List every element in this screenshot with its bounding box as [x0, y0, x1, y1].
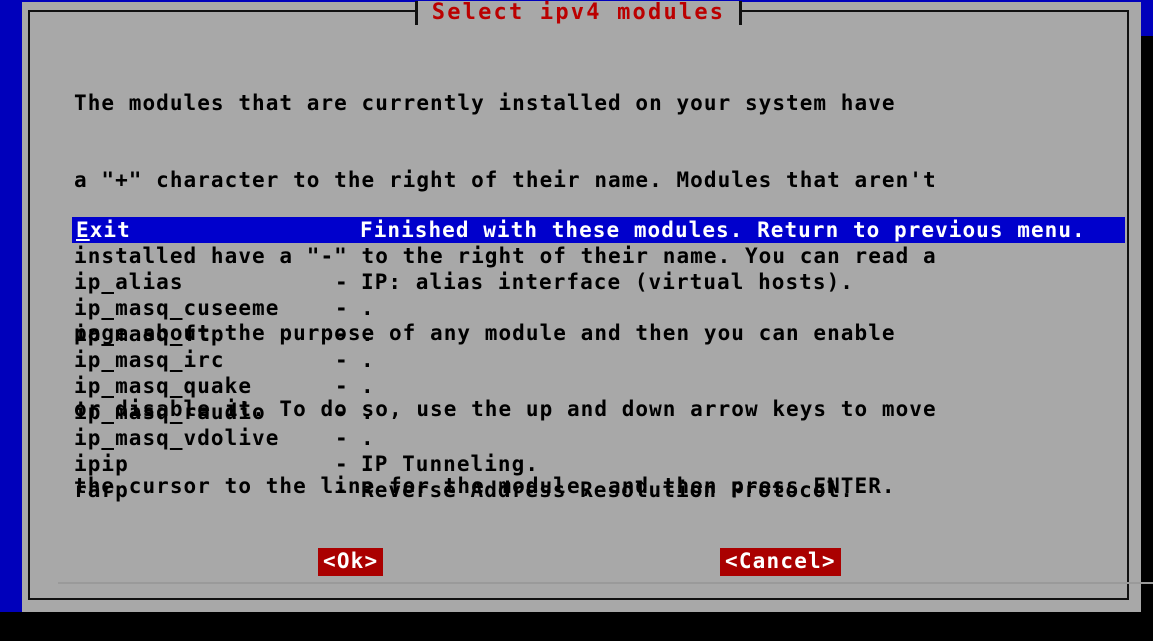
menu-item-exit[interactable]: Exit Finished with these modules. Return…	[72, 217, 1125, 243]
module-row[interactable]: ip_masq_raudio - .	[74, 399, 1124, 425]
cancel-button[interactable]: <Cancel>	[720, 548, 841, 576]
module-install-flag: -	[335, 400, 349, 424]
module-name: ip_masq_ftp	[74, 322, 225, 346]
desktop-backdrop-left	[0, 0, 22, 612]
module-description: .	[361, 322, 375, 346]
module-install-flag: -	[335, 426, 349, 450]
module-row[interactable]: ip_masq_quake - .	[74, 373, 1124, 399]
module-name: ip_alias	[74, 270, 184, 294]
module-install-flag: -	[335, 348, 349, 372]
module-row[interactable]: ip_masq_irc - .	[74, 347, 1124, 373]
module-description: .	[361, 348, 375, 372]
exit-mnemonic: E	[76, 218, 90, 242]
module-description: Reverse Address Resolution Protocol.	[361, 478, 854, 502]
dialog-bottom-rule	[58, 582, 1153, 584]
module-row[interactable]: ip_masq_cuseeme - .	[74, 295, 1124, 321]
module-row[interactable]: ipip - IP Tunneling.	[74, 451, 1124, 477]
module-name: ip_masq_raudio	[74, 400, 266, 424]
instruction-line-2: a "+" character to the right of their na…	[74, 167, 937, 192]
module-row[interactable]: ip_masq_vdolive - .	[74, 425, 1124, 451]
instruction-line-3: installed have a "-" to the right of the…	[74, 244, 937, 268]
module-description: .	[361, 426, 375, 450]
module-install-flag: -	[335, 270, 349, 294]
module-name: ip_masq_quake	[74, 374, 253, 398]
module-description: .	[361, 296, 375, 320]
module-name: ipip	[74, 452, 129, 476]
module-install-flag: -	[335, 478, 349, 502]
instruction-line-1: The modules that are currently installed…	[74, 91, 896, 115]
module-row[interactable]: ip_alias - IP: alias interface (virtual …	[74, 269, 1124, 295]
module-name: ip_masq_cuseeme	[74, 296, 280, 320]
module-list: ip_alias - IP: alias interface (virtual …	[74, 269, 1124, 503]
module-description: .	[361, 400, 375, 424]
module-install-flag: -	[335, 452, 349, 476]
exit-label: Exit	[76, 217, 131, 243]
module-row[interactable]: rarp - Reverse Address Resolution Protoc…	[74, 477, 1124, 503]
module-description: IP: alias interface (virtual hosts).	[361, 270, 854, 294]
module-description: IP Tunneling.	[361, 452, 540, 476]
module-name: ip_masq_vdolive	[74, 426, 280, 450]
terminal-screen: The modules that are currently installed…	[0, 0, 1153, 641]
module-install-flag: -	[335, 322, 349, 346]
ok-button[interactable]: <Ok>	[318, 548, 384, 576]
exit-description: Finished with these modules. Return to p…	[360, 218, 1086, 242]
dialog-window: The modules that are currently installed…	[28, 10, 1153, 600]
exit-label-rest: xit	[89, 218, 131, 242]
module-install-flag: -	[335, 374, 349, 398]
module-name: rarp	[74, 478, 129, 502]
module-install-flag: -	[335, 296, 349, 320]
module-description: .	[361, 374, 375, 398]
module-row[interactable]: ip_masq_ftp - .	[74, 321, 1124, 347]
dialog-button-bar: <Ok> <Cancel>	[30, 548, 1131, 578]
module-name: ip_masq_irc	[74, 348, 225, 372]
